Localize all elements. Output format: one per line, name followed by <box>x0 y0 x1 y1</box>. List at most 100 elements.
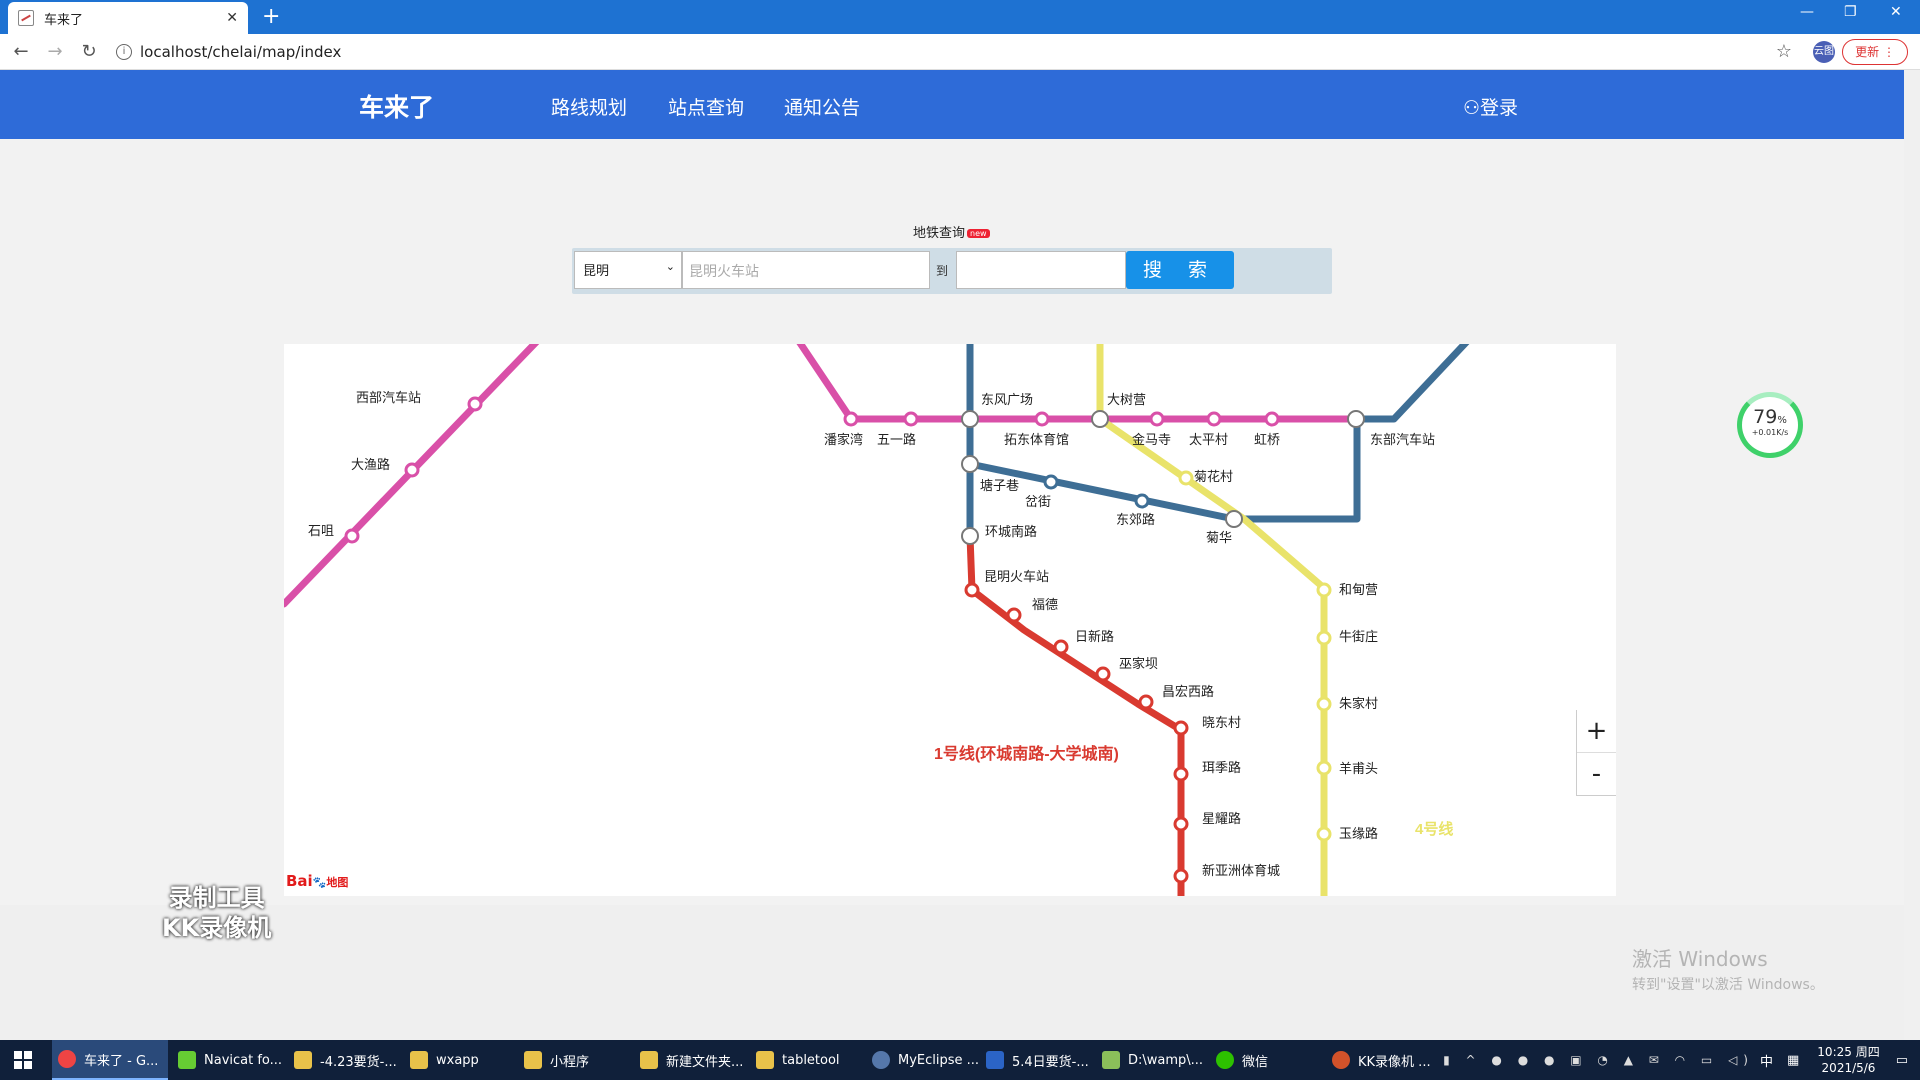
subway-map-canvas[interactable]: 西部汽车站 大渔路 石咀 东风广场 大树营 潘家湾 五一路 拓东体育馆 金马寺 … <box>284 344 1616 896</box>
reload-icon[interactable]: ↻ <box>72 41 106 62</box>
search-button[interactable]: 搜 索 <box>1126 251 1234 289</box>
user-icon: ⚇ <box>1463 97 1481 119</box>
folder-icon <box>640 1051 658 1069</box>
taskbar-item-folder[interactable]: tabletool <box>750 1040 846 1080</box>
address-bar: ← → ↻ i localhost/chelai/map/index ☆ 云图 … <box>0 34 1920 70</box>
taskbar-item-folder[interactable]: 新建文件夹... <box>634 1040 749 1080</box>
station-label: 金马寺 <box>1132 432 1171 447</box>
station-label: 太平村 <box>1189 432 1228 447</box>
new-tab-icon[interactable]: + <box>262 4 280 29</box>
taskbar-item-notepad[interactable]: D:\wamp\... <box>1096 1040 1209 1080</box>
station-label: 玉缘路 <box>1339 826 1378 841</box>
station-label: 石咀 <box>308 523 334 538</box>
station-label: 西部汽车站 <box>356 390 421 405</box>
to-station-input[interactable] <box>956 251 1126 289</box>
station-label: 牛街庄 <box>1339 629 1378 644</box>
taskbar-item-myeclipse[interactable]: MyEclipse ... <box>866 1040 985 1080</box>
browser-tabbar: 车来了 ✕ + — ❐ ✕ <box>0 0 1920 34</box>
windows-taskbar: 车来了 - G... Navicat fo... -4.23要货-... wxa… <box>0 1040 1920 1080</box>
station-label: 塘子巷 <box>980 478 1019 493</box>
zoom-in-button[interactable]: + <box>1577 710 1616 753</box>
station-label: 晓东村 <box>1202 715 1241 730</box>
red-line <box>966 532 1185 896</box>
line4-label: 4号线 <box>1415 820 1453 838</box>
site-brand[interactable]: 车来了 <box>359 88 434 124</box>
restore-icon[interactable]: ❐ <box>1844 4 1857 20</box>
taskbar-item-word[interactable]: 5.4日要货-... <box>980 1040 1095 1080</box>
profile-avatar[interactable]: 云图 <box>1813 41 1835 63</box>
folder-icon <box>524 1051 542 1069</box>
tray-icons[interactable]: ▮ ^ ● ● ● ▣ ◔ ▲ ✉ ◠ ▭ ◁) <box>1443 1053 1754 1067</box>
ime-indicator[interactable]: 中 <box>1760 1051 1773 1070</box>
station-label: 新亚洲体育城 <box>1202 863 1280 878</box>
station-label: 珥季路 <box>1202 760 1241 775</box>
station-label: 星耀路 <box>1202 811 1241 826</box>
station-label: 潘家湾 <box>824 432 863 447</box>
subway-map[interactable]: 西部汽车站 大渔路 石咀 东风广场 大树营 潘家湾 五一路 拓东体育馆 金马寺 … <box>284 344 1616 896</box>
login-link[interactable]: ⚇登录 <box>1463 93 1518 120</box>
station-label: 和甸营 <box>1339 582 1378 597</box>
station-label: 拓东体育馆 <box>1004 432 1069 447</box>
station-label: 菊花村 <box>1194 469 1233 484</box>
taskbar-item-folder[interactable]: 小程序 <box>518 1040 595 1080</box>
network-speed-widget[interactable]: 79% +0.01K/s <box>1737 392 1803 458</box>
station-label: 菊华 <box>1206 530 1232 545</box>
browser-tab[interactable]: 车来了 ✕ <box>8 2 248 34</box>
kk-recorder-icon <box>1332 1051 1350 1069</box>
new-badge: new <box>967 229 990 238</box>
url-field[interactable]: localhost/chelai/map/index <box>140 43 341 61</box>
taskbar-item-folder[interactable]: -4.23要货-... <box>288 1040 403 1080</box>
station-label: 昌宏西路 <box>1162 684 1214 699</box>
line1-label: 1号线(环城南路-大学城南) <box>934 744 1119 763</box>
site-info-icon[interactable]: i <box>116 43 132 60</box>
station-label: 东风广场 <box>981 392 1033 407</box>
taskbar-item-folder[interactable]: wxapp <box>404 1040 485 1080</box>
clock[interactable]: 10:25 周四 2021/5/6 <box>1817 1044 1879 1076</box>
taskbar-item-chrome[interactable]: 车来了 - G... <box>52 1040 168 1080</box>
taskbar-item-navicat[interactable]: Navicat fo... <box>172 1040 288 1080</box>
bookmark-star-icon[interactable]: ☆ <box>1776 41 1792 62</box>
station-label: 东部汽车站 <box>1370 432 1435 447</box>
city-select[interactable]: 昆明 ⌄ <box>574 251 682 289</box>
page-bottom-area <box>0 905 1904 1040</box>
station-label: 羊甫头 <box>1339 761 1378 776</box>
back-icon[interactable]: ← <box>4 41 38 62</box>
baidu-map-logo[interactable]: Bai🐾地图 <box>286 872 348 890</box>
station-label: 昆明火车站 <box>984 569 1049 584</box>
taskbar-item-wechat[interactable]: 微信 <box>1210 1040 1274 1080</box>
site-navbar: 车来了 路线规划 站点查询 通知公告 ⚇登录 <box>0 70 1904 139</box>
to-label: 到 <box>936 264 949 278</box>
forward-icon[interactable]: → <box>38 41 72 62</box>
taskbar-item-kk-recorder[interactable]: KK录像机 ... <box>1326 1040 1437 1080</box>
page-favicon-icon <box>18 10 34 26</box>
folder-icon <box>756 1051 774 1069</box>
folder-icon <box>294 1051 312 1069</box>
navicat-icon <box>178 1051 196 1069</box>
magenta-line-east <box>796 344 1360 423</box>
nav-station-query[interactable]: 站点查询 <box>668 93 744 120</box>
nav-notices[interactable]: 通知公告 <box>784 93 860 120</box>
nav-route-planning[interactable]: 路线规划 <box>551 93 627 120</box>
station-label: 虹桥 <box>1254 432 1280 447</box>
page-scrollbar[interactable] <box>1904 70 1920 1040</box>
notifications-icon[interactable]: ▭ <box>1896 1053 1908 1068</box>
windows-start-icon[interactable] <box>14 1051 32 1069</box>
station-label: 岔街 <box>1025 494 1051 509</box>
keyboard-icon[interactable]: ▦ <box>1787 1053 1799 1068</box>
minimize-icon[interactable]: — <box>1800 4 1814 20</box>
station-label: 福德 <box>1032 597 1058 612</box>
update-button[interactable]: 更新 ⋮ <box>1842 39 1908 65</box>
station-label: 环城南路 <box>985 524 1037 539</box>
myeclipse-icon <box>872 1051 890 1069</box>
station-label: 巫家坝 <box>1119 656 1158 671</box>
paw-icon: 🐾 <box>312 876 327 889</box>
search-title: 地铁查询 new <box>913 222 990 241</box>
zoom-out-button[interactable]: - <box>1577 753 1616 796</box>
close-window-icon[interactable]: ✕ <box>1890 4 1902 20</box>
wechat-icon <box>1216 1051 1234 1069</box>
close-tab-icon[interactable]: ✕ <box>226 10 238 26</box>
from-station-input[interactable]: 昆明火车站 <box>682 251 930 289</box>
windows-activation-notice: 激活 Windows 转到"设置"以激活 Windows。 <box>1632 947 1824 993</box>
chrome-icon <box>58 1050 76 1068</box>
station-label: 大渔路 <box>351 457 390 472</box>
